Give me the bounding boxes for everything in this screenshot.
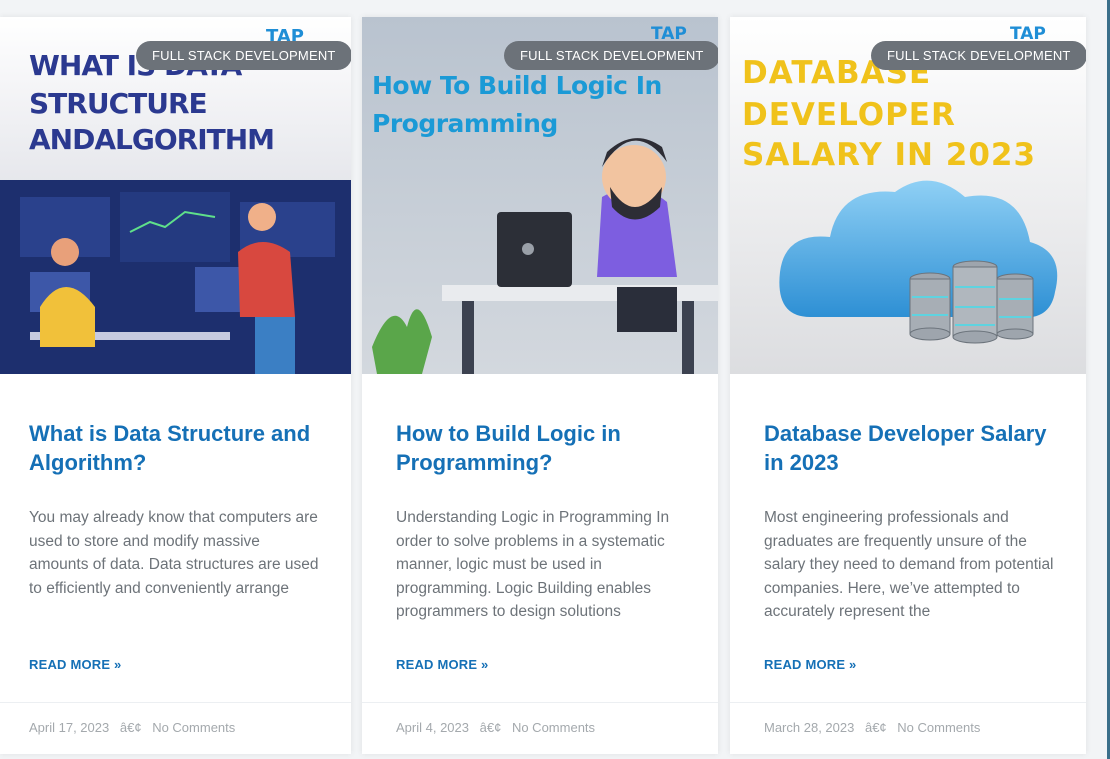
- meta-separator: â€¢: [119, 720, 142, 735]
- post-thumbnail-link[interactable]: WHAT IS DATA STRUCTURE ANDALGORITHM TAP: [0, 17, 351, 374]
- post-excerpt: You may already know that computers are …: [29, 509, 319, 597]
- read-more-link[interactable]: READ MORE »: [764, 657, 857, 672]
- post-date: March 28, 2023: [764, 720, 855, 735]
- svg-text:DEVELOPER: DEVELOPER: [742, 97, 956, 133]
- post-meta: April 17, 2023 â€¢ No Comments: [0, 702, 351, 754]
- post-meta: March 28, 2023 â€¢ No Comments: [730, 702, 1086, 754]
- post-date: April 4, 2023: [396, 720, 469, 735]
- post-title[interactable]: Database Developer Salary in 2023: [764, 419, 1064, 477]
- post-date: April 17, 2023: [29, 720, 110, 735]
- post-thumbnail-database-salary: DATABASE DEVELOPER SALARY IN 2023 TAP: [730, 17, 1086, 374]
- post-card: WHAT IS DATA STRUCTURE ANDALGORITHM TAP …: [0, 17, 351, 754]
- meta-separator: â€¢: [479, 720, 502, 735]
- read-more-link[interactable]: READ MORE »: [396, 657, 489, 672]
- post-card: DATABASE DEVELOPER SALARY IN 2023 TAP FU…: [730, 17, 1086, 754]
- category-badge[interactable]: FULL STACK DEVELOPMENT: [504, 41, 718, 70]
- post-comments: No Comments: [152, 720, 236, 735]
- svg-text:STRUCTURE: STRUCTURE: [29, 87, 207, 120]
- post-comments: No Comments: [511, 720, 596, 735]
- meta-separator: â€¢: [864, 720, 887, 735]
- svg-text:Programming: Programming: [372, 109, 558, 138]
- post-meta: April 4, 2023 â€¢ No Comments: [362, 702, 718, 754]
- category-badge[interactable]: FULL STACK DEVELOPMENT: [136, 41, 351, 70]
- post-excerpt: Most engineering professionals and gradu…: [764, 509, 1054, 620]
- post-excerpt: Understanding Logic in Programming In or…: [396, 509, 670, 620]
- category-badge[interactable]: FULL STACK DEVELOPMENT: [871, 41, 1086, 70]
- svg-text:SALARY IN 2023: SALARY IN 2023: [742, 137, 1036, 173]
- post-title[interactable]: What is Data Structure and Algorithm?: [29, 419, 329, 477]
- post-card: How To Build Logic In Programming TAP FU…: [362, 17, 718, 754]
- svg-text:How To Build Logic In: How To Build Logic In: [372, 71, 662, 100]
- post-thumbnail-logic-programming: How To Build Logic In Programming TAP: [362, 17, 718, 374]
- post-thumbnail-link[interactable]: How To Build Logic In Programming TAP: [362, 17, 718, 374]
- post-thumbnail-link[interactable]: DATABASE DEVELOPER SALARY IN 2023 TAP: [730, 17, 1086, 374]
- post-thumbnail-data-structure: WHAT IS DATA STRUCTURE ANDALGORITHM TAP: [0, 17, 351, 374]
- read-more-link[interactable]: READ MORE »: [29, 657, 122, 672]
- post-comments: No Comments: [897, 720, 981, 735]
- post-title[interactable]: How to Build Logic in Programming?: [396, 419, 696, 477]
- svg-text:ANDALGORITHM: ANDALGORITHM: [29, 123, 274, 156]
